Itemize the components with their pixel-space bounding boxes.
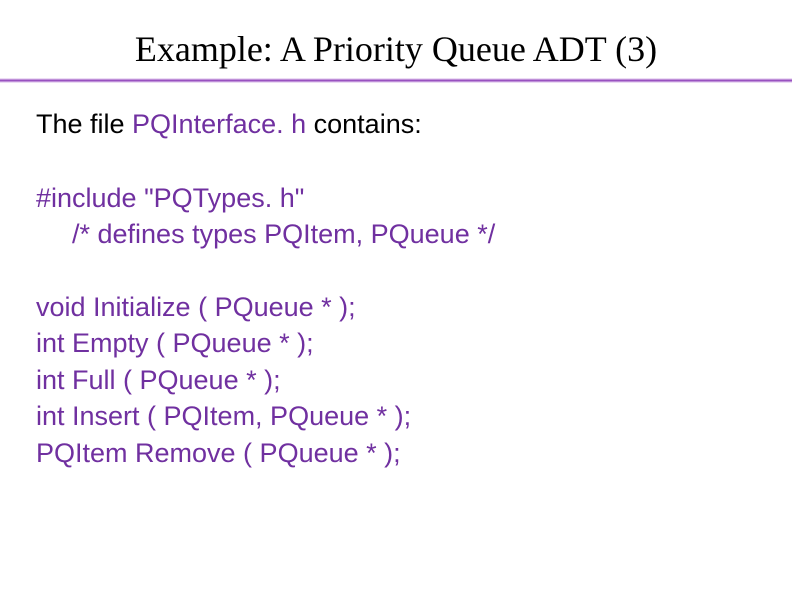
intro-filename: PQInterface. h	[132, 109, 306, 139]
code-comment: /* defines types PQItem, PQueue */	[36, 216, 756, 252]
code-block: #include "PQTypes. h" /* defines types P…	[36, 180, 756, 471]
code-fn-initialize: void Initialize ( PQueue * );	[36, 289, 756, 325]
intro-line: The file PQInterface. h contains:	[36, 109, 756, 140]
code-fn-insert: int Insert ( PQItem, PQueue * );	[36, 398, 756, 434]
slide-content: The file PQInterface. h contains: #inclu…	[0, 83, 792, 471]
spacer	[36, 253, 756, 289]
code-fn-empty: int Empty ( PQueue * );	[36, 325, 756, 361]
code-fn-remove: PQItem Remove ( PQueue * );	[36, 435, 756, 471]
intro-prefix: The file	[36, 109, 132, 139]
code-fn-full: int Full ( PQueue * );	[36, 362, 756, 398]
intro-suffix: contains:	[306, 109, 422, 139]
slide-title: Example: A Priority Queue ADT (3)	[0, 0, 792, 70]
code-include: #include "PQTypes. h"	[36, 180, 756, 216]
